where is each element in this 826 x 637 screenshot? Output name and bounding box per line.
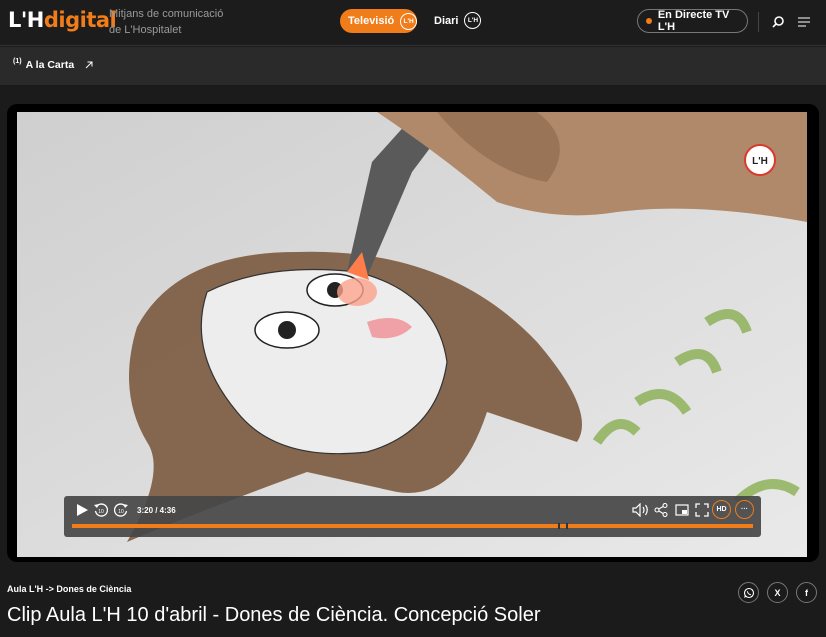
share-icon[interactable] — [654, 503, 668, 517]
logo[interactable]: L'Hdigital — [8, 8, 117, 32]
svg-text:10: 10 — [98, 509, 104, 515]
facebook-share-button[interactable]: f — [796, 582, 817, 603]
lh-watermark-icon: L'H — [744, 144, 776, 176]
search-icon[interactable] — [771, 15, 785, 29]
x-share-button[interactable]: X — [767, 582, 788, 603]
television-label: Televisió — [348, 15, 395, 27]
volume-icon[interactable] — [632, 503, 650, 517]
player-controls: 10 10 3:20 / 4:36 HD ··· — [64, 496, 761, 537]
watermark-text: L'H — [752, 156, 768, 167]
arrow-up-right-icon — [85, 61, 93, 69]
progress-marker — [565, 523, 568, 529]
tagline: Mitjans de comunicació de L'Hospitalet — [109, 8, 224, 36]
lh-badge-icon: L'H — [400, 12, 417, 30]
whatsapp-icon — [743, 587, 754, 598]
video-frame[interactable]: L'H — [17, 112, 807, 557]
lh-badge-icon: L'H — [464, 12, 482, 29]
play-icon[interactable] — [75, 503, 89, 517]
sub-nav-bar — [0, 47, 826, 85]
hd-button[interactable]: HD — [712, 500, 731, 519]
diari-button[interactable]: Diari L'H — [434, 12, 482, 29]
forward-10-icon[interactable]: 10 — [114, 503, 128, 517]
live-tv-button[interactable]: En Directe TV L'H — [637, 9, 748, 33]
diari-label: Diari — [434, 14, 459, 27]
rewind-10-icon[interactable]: 10 — [94, 503, 108, 517]
whatsapp-share-button[interactable] — [738, 582, 759, 603]
facebook-icon: f — [805, 587, 808, 598]
menu-icon[interactable] — [798, 16, 810, 28]
progress-bar[interactable] — [72, 523, 753, 529]
divider — [758, 12, 759, 32]
more-options-button[interactable]: ··· — [735, 500, 754, 519]
live-label: En Directe TV L'H — [657, 9, 730, 33]
a-la-carta-link[interactable]: (1) A la Carta — [13, 57, 94, 71]
x-icon: X — [774, 587, 781, 598]
breadcrumb[interactable]: Aula L'H -> Dones de Ciència — [7, 584, 131, 594]
logo-digital: digital — [43, 8, 117, 32]
pip-icon[interactable] — [675, 503, 689, 517]
television-button[interactable]: Televisió L'H — [340, 9, 417, 33]
page-title: Clip Aula L'H 10 d'abril - Dones de Cièn… — [7, 604, 541, 626]
logo-lh: L'H — [8, 8, 44, 32]
fullscreen-icon[interactable] — [695, 503, 709, 517]
buffer-marker — [557, 523, 560, 529]
video-still: L'H — [17, 112, 807, 557]
carta-count: (1) — [13, 57, 22, 65]
time-display: 3:20 / 4:36 — [137, 506, 176, 515]
svg-text:10: 10 — [118, 509, 124, 515]
live-dot-icon — [646, 18, 652, 24]
carta-label: A la Carta — [25, 59, 75, 71]
